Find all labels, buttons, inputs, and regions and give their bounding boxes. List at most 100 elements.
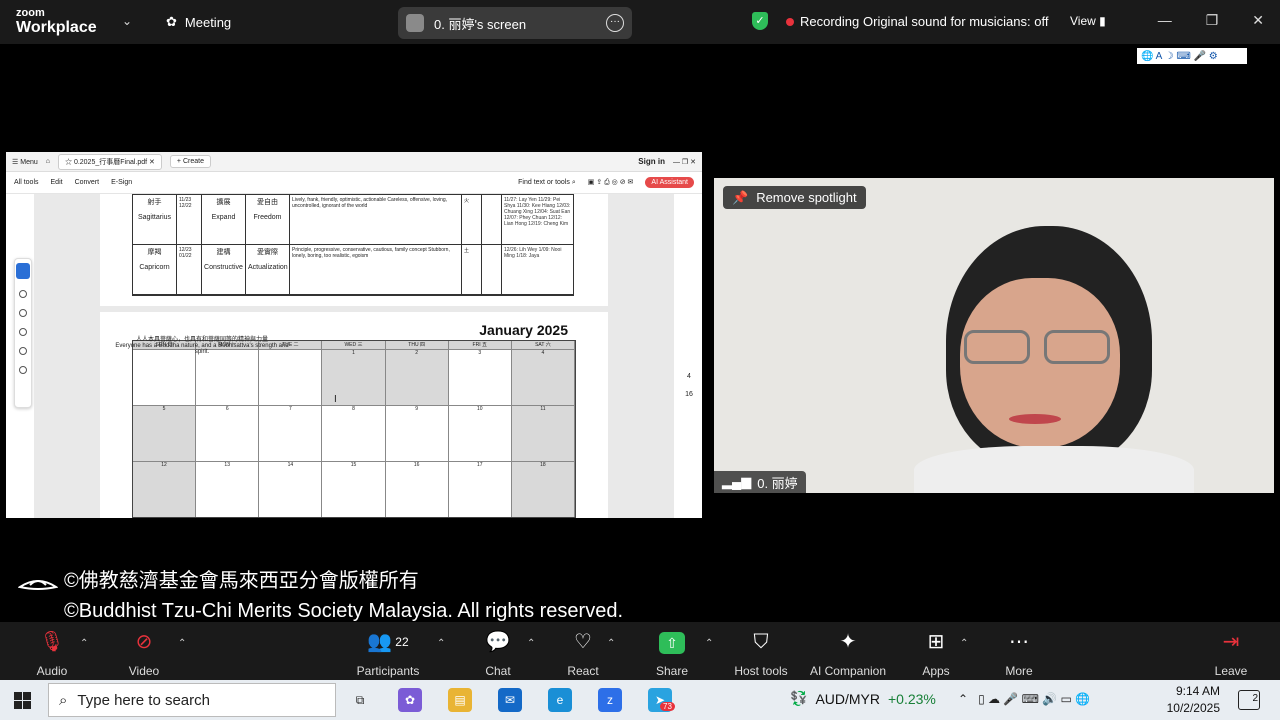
chevron-up-icon[interactable]: ⌃ bbox=[80, 638, 88, 649]
calendar-cell: 7 bbox=[259, 406, 323, 461]
page-indicator[interactable]: 4 16 bbox=[680, 368, 698, 404]
original-sound-label[interactable]: Original sound for musicians: off bbox=[863, 14, 1048, 29]
notification-count: 2 bbox=[1252, 693, 1258, 704]
calendar-cell: 4 bbox=[511, 350, 575, 405]
tray-chevron-icon[interactable]: ⌃ bbox=[958, 692, 968, 706]
zodiac-extra bbox=[482, 245, 502, 294]
calendar-week: 5 6 7 8 9 10 11 bbox=[133, 405, 575, 461]
calendar-cell: 18 bbox=[511, 462, 575, 517]
apps-label: Apps bbox=[922, 664, 950, 678]
stamp-tool-icon[interactable] bbox=[19, 366, 27, 374]
tzu-chi-logo-icon bbox=[18, 579, 58, 590]
view-label: View bbox=[1070, 14, 1096, 28]
chevron-up-icon[interactable]: ⌃ bbox=[178, 638, 186, 649]
video-button[interactable]: ⊘ Video bbox=[104, 630, 184, 678]
calendar-cell: 11 bbox=[511, 406, 575, 461]
select-tool-icon[interactable] bbox=[16, 263, 30, 279]
maximize-icon[interactable]: ❐ bbox=[1206, 12, 1219, 29]
audio-label: Audio bbox=[36, 664, 68, 678]
security-shield-icon[interactable]: ✓ bbox=[752, 12, 768, 30]
zoom-app-icon[interactable]: z bbox=[598, 688, 622, 712]
close-icon[interactable]: ✕ bbox=[1252, 12, 1264, 29]
chat-button[interactable]: 💬 Chat bbox=[458, 630, 538, 678]
speaker-video[interactable]: 📌 Remove spotlight ▂▄▆ 0. 丽婷 bbox=[714, 178, 1274, 493]
quote-en: Everyone has a Buddha nature, and a Bodh… bbox=[115, 343, 289, 355]
ai-companion-button[interactable]: ✦ AI Companion bbox=[804, 630, 892, 678]
calendar-cell: 5 bbox=[133, 406, 197, 461]
window-controls: — ❐ ✕ bbox=[1158, 12, 1264, 29]
all-tools-button[interactable]: All tools bbox=[14, 179, 39, 186]
convert-button[interactable]: Convert bbox=[75, 179, 100, 186]
search-icon: ⌕ bbox=[59, 691, 68, 709]
meeting-info-button[interactable]: ✿ Meeting bbox=[166, 14, 231, 30]
more-options-icon[interactable]: ··· bbox=[606, 14, 624, 32]
remove-spotlight-label: Remove spotlight bbox=[756, 190, 857, 205]
edge-icon[interactable]: e bbox=[548, 688, 572, 712]
telegram-badge: 73 bbox=[660, 702, 675, 711]
zodiac-row: 射手 Sagittarius 11/23 12/22 擴展 Expand 愛自由 Fr… bbox=[133, 195, 573, 245]
pdf-page-zodiac: 射手 Sagittarius 11/23 12/22 擴展 Expand 愛自由 Fr… bbox=[100, 194, 608, 306]
chevron-up-icon[interactable]: ⌃ bbox=[527, 638, 535, 649]
value-en: Freedom bbox=[253, 214, 282, 221]
zodiac-en: Sagittarius bbox=[137, 214, 172, 221]
find-button[interactable]: Find text or tools ⌕ bbox=[518, 179, 576, 187]
view-button[interactable]: View ▮ bbox=[1070, 14, 1106, 28]
taskbar-search[interactable]: ⌕ Type here to search bbox=[48, 683, 336, 717]
taskbar-clock[interactable]: 9:14 AM 10/2/2025 bbox=[1162, 683, 1220, 717]
calendar-cell: 15 bbox=[322, 462, 386, 517]
esign-button[interactable]: E-Sign bbox=[111, 179, 132, 186]
notification-center-icon[interactable]: 2 bbox=[1238, 690, 1260, 710]
search-placeholder: Type here to search bbox=[77, 691, 210, 709]
tray-icons[interactable]: ▯ ☁ 🎤 ⌨ 🔊 ▭ 🌐 bbox=[978, 692, 1090, 706]
zodiac-desc: Principle, progressive, conservative, ca… bbox=[290, 245, 462, 294]
screen-share-pill[interactable]: 0. 丽婷's screen ··· bbox=[398, 7, 632, 39]
home-icon[interactable]: ⌂ bbox=[46, 158, 50, 165]
lasso-tool-icon[interactable] bbox=[19, 328, 27, 336]
doc-tab[interactable]: ☆ 0.2025_行事曆Final.pdf ✕ bbox=[57, 153, 162, 170]
copyright-line1: ©佛教慈濟基金會馬來西亞分會版權所有 bbox=[18, 566, 623, 596]
fx-widget[interactable]: 💱 AUD/MYR +0.23% bbox=[790, 690, 936, 707]
participant-name-tag: ▂▄▆ 0. 丽婷 bbox=[714, 471, 806, 493]
windows-start-icon[interactable] bbox=[14, 692, 31, 709]
more-button[interactable]: ⋯ More bbox=[979, 630, 1059, 678]
chevron-up-icon[interactable]: ⌃ bbox=[437, 638, 445, 649]
document-viewport[interactable]: 射手 Sagittarius 11/23 12/22 擴展 Expand 愛自由 Fr… bbox=[34, 194, 674, 518]
leave-button[interactable]: ⇥ Leave bbox=[1191, 630, 1271, 678]
recording-indicator[interactable]: Recording bbox=[786, 14, 859, 29]
day-header: THU 四 bbox=[386, 341, 449, 349]
remove-spotlight-button[interactable]: 📌 Remove spotlight bbox=[723, 186, 866, 209]
minimize-icon[interactable]: — bbox=[1158, 12, 1172, 29]
copilot-icon[interactable]: ✿ bbox=[398, 688, 422, 712]
menu-button[interactable]: ☰ Menu bbox=[12, 158, 38, 166]
toolbar-icons[interactable]: ▣ ⇪ ⎙ ◎ ⊘ ✉ bbox=[588, 178, 634, 187]
signin-button[interactable]: Sign in bbox=[638, 157, 665, 166]
chevron-down-icon[interactable]: ⌄ bbox=[122, 14, 132, 28]
share-button[interactable]: ⇧ Share bbox=[632, 630, 712, 678]
find-label: Find text or tools bbox=[518, 178, 570, 186]
file-explorer-icon[interactable]: ▤ bbox=[448, 688, 472, 712]
zodiac-trait: 擴展 Expand bbox=[202, 195, 246, 244]
fx-change: +0.23% bbox=[888, 690, 936, 707]
create-button[interactable]: + Create bbox=[169, 155, 211, 168]
shield-icon: ⛉ bbox=[753, 631, 769, 653]
chat-icon: 💬 bbox=[485, 631, 511, 653]
language-toolbar[interactable]: 🌐 A ☽ ⌨ 🎤 ⚙ bbox=[1137, 48, 1247, 64]
host-tools-button[interactable]: ⛉ Host tools bbox=[721, 630, 801, 678]
chevron-up-icon[interactable]: ⌃ bbox=[960, 638, 968, 649]
edit-button[interactable]: Edit bbox=[51, 179, 63, 186]
day-header: SAT 六 bbox=[512, 341, 575, 349]
calendar-cell: 13 bbox=[196, 462, 260, 517]
zoom-tool-icon[interactable] bbox=[19, 290, 27, 298]
participants-button[interactable]: 👥 22 Participants bbox=[348, 630, 428, 678]
chevron-up-icon[interactable]: ⌃ bbox=[705, 638, 713, 649]
pen-tool-icon[interactable] bbox=[19, 309, 27, 317]
chevron-up-icon[interactable]: ⌃ bbox=[607, 638, 615, 649]
win-controls-icon[interactable]: — ❐ ✕ bbox=[673, 158, 696, 166]
task-view-icon[interactable]: ⧉ bbox=[348, 688, 372, 712]
text-tool-icon[interactable] bbox=[19, 347, 27, 355]
speaker-mouth bbox=[1009, 414, 1061, 424]
system-tray[interactable]: ⌃ ▯ ☁ 🎤 ⌨ 🔊 ▭ 🌐 bbox=[958, 692, 1090, 706]
ai-assistant-button[interactable]: AI Assistant bbox=[645, 177, 694, 188]
calendar-cell: 17 bbox=[449, 462, 512, 517]
mail-icon[interactable]: ✉ bbox=[498, 688, 522, 712]
